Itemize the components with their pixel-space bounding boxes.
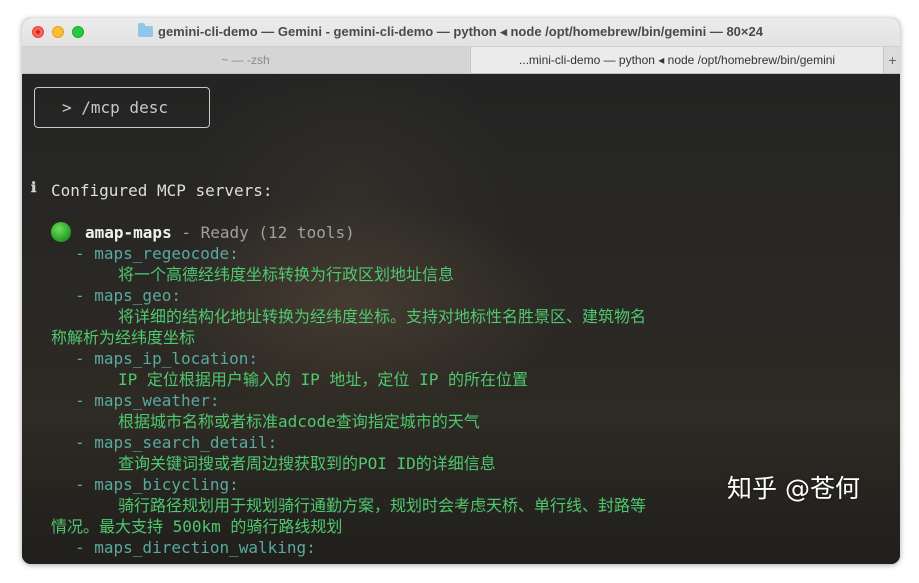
window-title: gemini-cli-demo — Gemini - gemini-cli-de… [138,18,763,46]
tool-description: 查询关键词搜或者周边搜获取到的POI ID的详细信息 [118,454,496,473]
tool-name: - maps_ip_location: [75,349,259,368]
tool-name: - maps_regeocode: [75,244,239,263]
tool-description: 称解析为经纬度坐标 [51,328,196,347]
server-line: amap-maps - Ready (12 tools) [85,222,355,243]
tab-zsh[interactable]: ~ — -zsh [22,47,469,73]
command-input[interactable]: > /mcp desc [62,98,168,117]
tool-name: - maps_weather: [75,391,220,410]
folder-icon [138,23,153,37]
window-title-text: gemini-cli-demo — Gemini - gemini-cli-de… [158,24,763,39]
tool-name: - maps_direction_walking: [75,538,316,557]
close-button[interactable] [32,26,44,38]
tool-name: - maps_bicycling: [75,475,239,494]
tool-name: - maps_geo: [75,286,181,305]
tool-name: - maps_search_detail: [75,433,278,452]
maximize-button[interactable] [72,26,84,38]
minimize-button[interactable] [52,26,64,38]
info-icon: ℹ [31,180,37,196]
server-status: - Ready (12 tools) [171,223,355,242]
servers-heading: Configured MCP servers: [51,181,273,200]
tool-description: 根据城市名称或者标准adcode查询指定城市的天气 [118,412,480,431]
command-input-box[interactable]: > /mcp desc [34,87,210,128]
tool-description: IP 定位根据用户输入的 IP 地址，定位 IP 的所在位置 [118,370,528,389]
server-name: amap-maps [85,223,172,242]
tab-bar: ~ — -zsh ...mini-cli-demo — python ◂ nod… [22,47,900,74]
tab-gemini[interactable]: ...mini-cli-demo — python ◂ node /opt/ho… [470,47,883,73]
new-tab-button[interactable]: + [883,47,900,73]
green-circle-icon [51,222,71,242]
tool-description: 将一个高德经纬度坐标转换为行政区划地址信息 [118,265,455,284]
tool-description: 骑行路径规划用于规划骑行通勤方案，规划时会考虑天桥、单行线、封路等 [118,496,647,515]
watermark: 知乎 @苍何 [727,474,860,503]
tool-description: 情况。最大支持 500km 的骑行路线规划 [51,517,343,536]
tool-description: 将详细的结构化地址转换为经纬度坐标。支持对地标性名胜景区、建筑物名 [118,307,647,326]
title-bar[interactable]: gemini-cli-demo — Gemini - gemini-cli-de… [22,18,900,47]
